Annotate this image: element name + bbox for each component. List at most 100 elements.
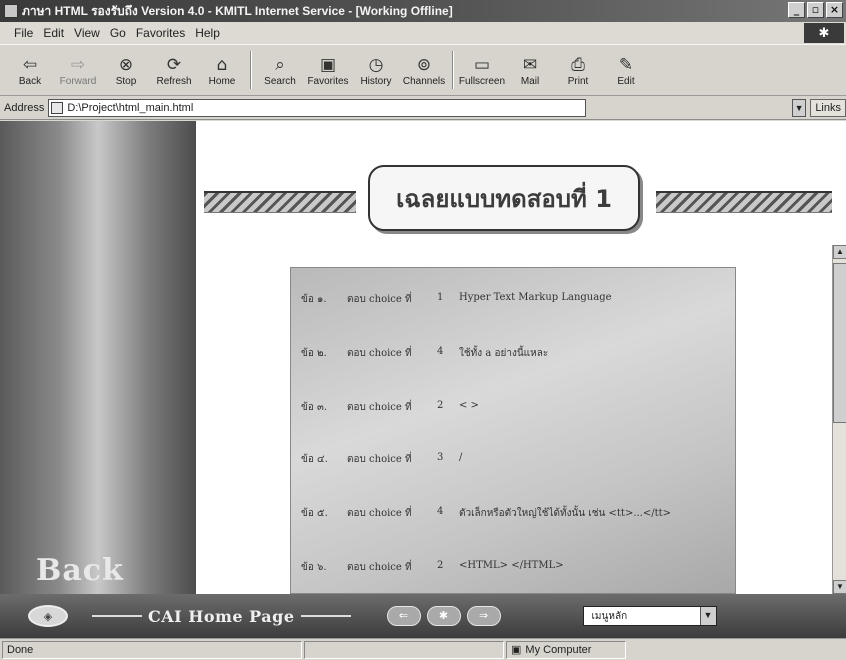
menu-favorites[interactable]: Favorites <box>136 26 185 40</box>
search-button[interactable]: ⌕ Search <box>256 45 304 95</box>
answer-panel: ข้อ ๑. ตอบ choice ที่ 1 Hyper Text Marku… <box>290 267 736 594</box>
favorites-button[interactable]: ▣ Favorites <box>304 45 352 95</box>
refresh-icon: ⟳ <box>166 54 182 75</box>
edit-label: Edit <box>617 75 635 87</box>
status-zone-pane: ▣ My Computer <box>506 640 626 659</box>
main-menu-select-value: เมนูหลัก <box>591 610 628 622</box>
mail-icon: ✉ <box>522 54 538 75</box>
window-controls: _ ▫ × <box>788 2 843 18</box>
channels-button[interactable]: ⊚ Channels <box>400 45 448 95</box>
stop-icon: ⊗ <box>118 54 134 75</box>
fullscreen-label: Fullscreen <box>458 75 506 87</box>
status-text: Done <box>7 643 34 656</box>
answer-text: < > <box>459 400 479 411</box>
home-label: Home <box>208 75 236 87</box>
minimize-button[interactable]: _ <box>788 2 805 18</box>
answer-row: ข้อ ๕. ตอบ choice ที่ 4 ตัวเล็กหรือตัวให… <box>301 506 671 521</box>
computer-icon: ▣ <box>511 644 522 656</box>
previous-page-button[interactable]: ⇐ <box>386 606 421 626</box>
menu-help[interactable]: Help <box>195 26 220 40</box>
answer-label: ตอบ choice ที่ <box>347 562 412 573</box>
answer-choice: 2 <box>437 400 444 411</box>
page-nav-bar: ◈ CAI Home Page ⇐ ✱ ⇒ เมนูหลัก ▼ <box>0 594 846 638</box>
status-blank-pane <box>304 640 504 659</box>
page-icon <box>51 101 64 114</box>
chevron-down-icon: ▼ <box>699 607 716 625</box>
mail-button[interactable]: ✉ Mail <box>506 45 554 95</box>
emblem-icon: ◈ <box>28 605 68 627</box>
home-button[interactable]: ⌂ Home <box>198 45 246 95</box>
scroll-up-button[interactable]: ▲ <box>833 245 846 259</box>
menu-go[interactable]: Go <box>110 26 126 40</box>
banner-title: เฉลยแบบทดสอบที่ 1 <box>368 165 640 231</box>
nav-divider <box>92 615 142 617</box>
answer-row: ข้อ ๖. ตอบ choice ที่ 2 <HTML> </HTML> <box>301 560 564 575</box>
stop-button[interactable]: ⊗ Stop <box>102 45 150 95</box>
cai-home-page-link[interactable]: CAI Home Page <box>148 607 295 626</box>
question-number: ข้อ ๕. <box>301 508 328 519</box>
toolbar-separator <box>452 51 454 89</box>
answer-text: ตัวเล็กหรือตัวใหญ่ใช้ได้ทั้งนั้น เช่น <t… <box>459 508 672 519</box>
answer-label: ตอบ choice ที่ <box>347 294 412 305</box>
answer-label: ตอบ choice ที่ <box>347 454 412 465</box>
address-value: D:\Project\html_main.html <box>67 101 194 114</box>
main-menu-select[interactable]: เมนูหลัก ▼ <box>582 606 717 626</box>
toolbar: ⇦ Back ⇨ Forward ⊗ Stop ⟳ Refresh ⌂ Home… <box>0 44 846 96</box>
address-dropdown-button[interactable]: ▼ <box>791 98 807 117</box>
toolbar-separator <box>250 51 252 89</box>
back-label: Back <box>18 75 42 87</box>
answer-choice: 4 <box>437 346 444 357</box>
menu-file[interactable]: File <box>14 26 33 40</box>
menu-view[interactable]: View <box>74 26 100 40</box>
search-icon: ⌕ <box>275 54 285 75</box>
address-bar: Address D:\Project\html_main.html ▼ Link… <box>0 96 846 120</box>
history-icon: ◷ <box>368 54 384 75</box>
status-bar: Done ▣ My Computer <box>0 638 846 660</box>
forward-label: Forward <box>59 75 97 87</box>
answer-row: ข้อ ๔. ตอบ choice ที่ 3 / <box>301 452 462 467</box>
back-link[interactable]: Back <box>36 553 124 588</box>
vertical-scrollbar[interactable]: ▲ ▼ <box>832 245 846 594</box>
status-zone: My Computer <box>525 643 592 656</box>
maximize-button[interactable]: ▫ <box>807 2 824 18</box>
next-page-button[interactable]: ⇒ <box>466 606 501 626</box>
fullscreen-button[interactable]: ▭ Fullscreen <box>458 45 506 95</box>
close-button[interactable]: × <box>826 2 843 18</box>
mail-label: Mail <box>520 75 540 87</box>
answer-choice: 2 <box>437 560 444 571</box>
status-text-pane: Done <box>2 640 302 659</box>
links-button[interactable]: Links <box>810 98 846 117</box>
fullscreen-icon: ▭ <box>473 54 491 75</box>
banner-decoration-left <box>204 191 356 213</box>
channels-icon: ⊚ <box>416 54 432 75</box>
forward-arrow-icon: ⇨ <box>70 54 86 75</box>
answer-row: ข้อ ๓. ตอบ choice ที่ 2 < > <box>301 400 479 415</box>
answer-row: ข้อ ๑. ตอบ choice ที่ 1 Hyper Text Marku… <box>301 292 612 307</box>
favorites-label: Favorites <box>307 75 349 87</box>
window-title-bar: ภาษา HTML รองรับถึง Version 4.0 - KMITL … <box>0 0 846 22</box>
answer-text: / <box>459 452 463 463</box>
menu-edit[interactable]: Edit <box>43 26 64 40</box>
back-button[interactable]: ⇦ Back <box>6 45 54 95</box>
edit-button[interactable]: ✎ Edit <box>602 45 650 95</box>
stop-label: Stop <box>115 75 137 87</box>
menu-bar: File Edit View Go Favorites Help ✱ <box>0 22 846 44</box>
answer-label: ตอบ choice ที่ <box>347 508 412 519</box>
answer-label: ตอบ choice ที่ <box>347 402 412 413</box>
question-number: ข้อ ๖. <box>301 562 327 573</box>
question-number: ข้อ ๒. <box>301 348 327 359</box>
scroll-thumb[interactable] <box>833 263 846 423</box>
nav-divider <box>300 615 351 617</box>
center-nav-button[interactable]: ✱ <box>426 606 461 626</box>
scroll-down-button[interactable]: ▼ <box>833 580 846 594</box>
answer-row: ข้อ ๒. ตอบ choice ที่ 4 ใช้ทั้ง a อย่างน… <box>301 346 548 361</box>
refresh-button[interactable]: ⟳ Refresh <box>150 45 198 95</box>
page-content: Back เฉลยแบบทดสอบที่ 1 ข้อ ๑. ตอบ choice… <box>0 121 846 594</box>
history-button[interactable]: ◷ History <box>352 45 400 95</box>
print-button[interactable]: ⎙ Print <box>554 45 602 95</box>
address-label: Address <box>4 101 45 114</box>
print-icon: ⎙ <box>571 54 585 75</box>
forward-button[interactable]: ⇨ Forward <box>54 45 102 95</box>
address-input[interactable]: D:\Project\html_main.html <box>48 98 586 117</box>
answer-choice: 3 <box>437 452 444 463</box>
